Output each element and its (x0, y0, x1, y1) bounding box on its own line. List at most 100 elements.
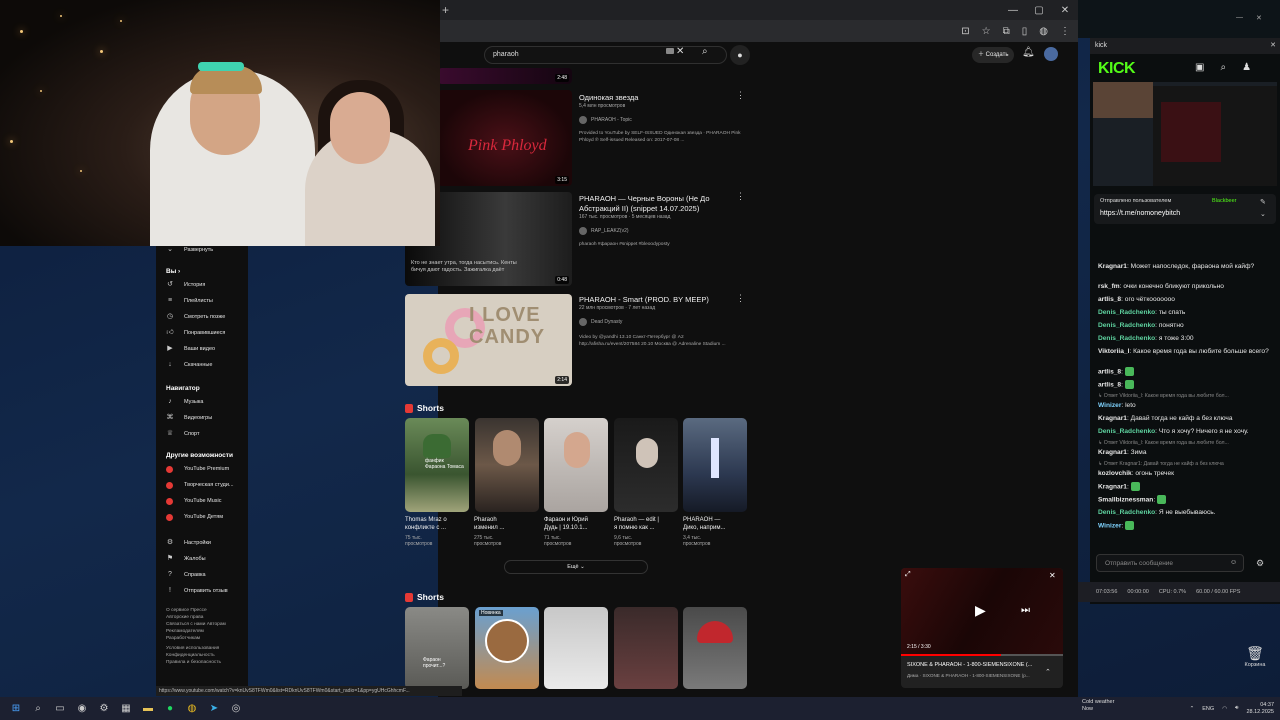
play-icon[interactable]: ▶ (975, 602, 986, 619)
short-thumbnail[interactable] (683, 607, 747, 689)
emoji-icon[interactable]: ☺ (1230, 559, 1237, 566)
stream-preview[interactable] (1093, 82, 1277, 186)
next-icon[interactable]: ⏭ (1021, 605, 1030, 616)
chat-username[interactable]: Denis_Radchenko (1098, 509, 1155, 516)
chevron-down-icon[interactable]: ⌄ (1260, 210, 1266, 218)
profile-icon[interactable]: ◍ (1039, 26, 1048, 37)
miniplayer-progress[interactable] (901, 654, 1063, 656)
microphone-icon[interactable]: ● (730, 45, 750, 65)
short-thumbnail[interactable] (614, 607, 678, 689)
maximize-button[interactable]: ▢ (1026, 5, 1052, 16)
video-title[interactable]: PHARAOH — Черные Вороны (Не До Абстракций… (579, 194, 710, 214)
clear-search-icon[interactable]: ✕ (676, 46, 684, 57)
short-title[interactable]: Pharaoh изменил ... (474, 516, 526, 532)
search-icon[interactable]: ⌕ (27, 703, 49, 714)
chevron-up-icon[interactable]: ⌃ (1045, 668, 1051, 676)
steam-icon[interactable]: ◉ (71, 703, 93, 714)
video-thumbnail[interactable]: I LOVE CANDY 2:14 (405, 294, 572, 386)
chat-message[interactable]: Denis_Radchenko: ты спать (1098, 308, 1274, 317)
footer-line[interactable]: Рекламодателям (166, 628, 238, 635)
search-icon[interactable]: ⌕ (1220, 62, 1226, 73)
folder-icon[interactable]: ▬ (137, 703, 159, 714)
recycle-bin[interactable]: 🗑︎ Корзина (1240, 645, 1270, 668)
windows-start-icon[interactable]: ⊞ (5, 703, 27, 714)
chat-message[interactable]: Kragnar1: (1098, 482, 1274, 491)
chat-message[interactable]: Denis_Radchenko: я тоже 3:00 (1098, 334, 1274, 343)
chat-username[interactable]: artlis_8 (1098, 381, 1121, 388)
sidebar-item-playlists[interactable]: ≡ Плейлисты (156, 293, 248, 309)
bookmark-star-icon[interactable]: ☆ (982, 26, 991, 37)
chat-username[interactable]: Kragnar1 (1098, 415, 1127, 422)
sidebar-item-liked[interactable]: 👍︎ Понравившиеся (156, 325, 248, 341)
clock[interactable]: 04:37 28.12.2025 (1246, 702, 1274, 716)
sidebar-item-feedback[interactable]: ! Отправить отзыв (156, 583, 248, 599)
sidebar-item-kids[interactable]: YouTube Детям (156, 509, 248, 525)
short-thumbnail[interactable] (544, 418, 608, 512)
minimize-button[interactable]: — (1000, 5, 1026, 16)
minimize-button[interactable]: — (1236, 14, 1243, 21)
weather-widget[interactable]: Cold weather Now (1082, 699, 1114, 713)
chat-message[interactable]: artlis_8: ого чёткооооооо (1098, 295, 1274, 304)
chat-message[interactable]: Denis_Radchenko: Я не выебываюсь. (1098, 508, 1274, 517)
chat-message[interactable]: Winizer: leto (1098, 401, 1274, 410)
avatar[interactable] (1044, 47, 1058, 61)
volume-icon[interactable]: 🔊︎ (1235, 705, 1238, 712)
media-icon[interactable]: ▦ (115, 703, 137, 714)
chat-username[interactable]: artlis_8 (1098, 368, 1121, 375)
short-thumbnail[interactable]: Новинка (475, 607, 539, 689)
pinned-message[interactable]: Отправлено пользователем Blackbeer https… (1094, 194, 1276, 224)
chat-username[interactable]: Denis_Radchenko (1098, 309, 1155, 316)
miniplayer[interactable]: ⤢ ✕ ▶ ⏭ 2:15 / 3:30 SIXONE & PHARAOH - 1… (901, 568, 1063, 688)
search-icon[interactable]: ⌕ (702, 46, 708, 57)
sidebar-item-premium[interactable]: YouTube Premium (156, 461, 248, 477)
video-thumbnail[interactable]: 2:48 (438, 68, 572, 84)
short-thumbnail[interactable] (614, 418, 678, 512)
chat-username[interactable]: Denis_Radchenko (1098, 428, 1155, 435)
install-icon[interactable]: ⊡ (961, 26, 969, 37)
chat-message[interactable]: Smallbiznessman: (1098, 495, 1274, 504)
search-input[interactable]: pharaoh (484, 46, 727, 64)
chat-message[interactable]: Kragnar1: Зима (1098, 448, 1274, 457)
chat-username[interactable]: Winizer (1098, 402, 1121, 409)
expand-icon[interactable]: ⤢ (905, 571, 911, 579)
language-indicator[interactable]: ENG (1202, 706, 1214, 712)
short-title[interactable]: Фараон и Юрий Дудь | 19.10.1... (544, 516, 596, 532)
footer-line[interactable]: Конфиденциальность (166, 652, 238, 659)
chat-username[interactable]: Kragnar1 (1098, 449, 1127, 456)
chat-message[interactable]: kozlovchik: огонь тречек (1098, 469, 1274, 478)
video-thumbnail[interactable]: Pink Phloyd 3:15 (438, 90, 572, 186)
create-button[interactable]: ＋ Создать (972, 47, 1015, 63)
close-icon[interactable]: ✕ (1270, 38, 1276, 54)
channel-link[interactable]: PHARAOH - Topic (579, 116, 632, 124)
sidebar-item-your-videos[interactable]: ▶ Ваши видео (156, 341, 248, 357)
more-actions-icon[interactable]: ⋮ (736, 90, 745, 101)
chat-username[interactable]: Denis_Radchenko (1098, 322, 1155, 329)
chat-input[interactable]: Отправить сообщение (1096, 554, 1244, 572)
sidebar-item-history[interactable]: ↺ История (156, 277, 248, 293)
extensions-icon[interactable]: ⧉ (1003, 26, 1010, 37)
chrome-menu-icon[interactable]: ⋮ (1060, 26, 1070, 37)
video-title[interactable]: PHARAOH - Smart (PROD. BY MEEP) (579, 295, 709, 305)
chat-message[interactable]: Winizer: (1098, 521, 1274, 530)
short-thumbnail[interactable] (475, 418, 539, 512)
sidebar-item-sport[interactable]: ♕ Спорт (156, 426, 248, 442)
chat-message[interactable]: rsk_fm: очки конечно бликуют прикольно (1098, 282, 1274, 291)
keyboard-icon[interactable] (666, 48, 674, 54)
footer-line[interactable]: Разработчикам (166, 635, 238, 642)
chat-username[interactable]: Smallbiznessman (1098, 496, 1153, 503)
chat-message[interactable]: Viktoriia_l: Какое время года вы любите … (1098, 347, 1274, 356)
sidebar-item-watch-later[interactable]: ◷ Смотреть позже (156, 309, 248, 325)
new-tab-icon[interactable]: + (442, 3, 456, 17)
short-thumbnail[interactable] (544, 607, 608, 689)
footer-line[interactable]: Авторские права (166, 614, 238, 621)
close-icon[interactable]: ✕ (1049, 571, 1056, 580)
user-icon[interactable]: ♟ (1242, 62, 1251, 73)
footer-line[interactable]: Правила и безопасность (166, 659, 238, 666)
sidebar-item-downloads[interactable]: ↓ Скачанные (156, 357, 248, 373)
more-actions-icon[interactable]: ⋮ (736, 293, 745, 304)
telegram-icon[interactable]: ➤ (203, 703, 225, 714)
sidebar-item-gaming[interactable]: ⌘ Видеоигры (156, 410, 248, 426)
chat-message[interactable]: artlis_8: (1098, 367, 1274, 376)
channel-link[interactable]: RAP_LEAKZ(v2) (579, 227, 629, 235)
sidebar-item-settings[interactable]: ⚙ Настройки (156, 535, 248, 551)
